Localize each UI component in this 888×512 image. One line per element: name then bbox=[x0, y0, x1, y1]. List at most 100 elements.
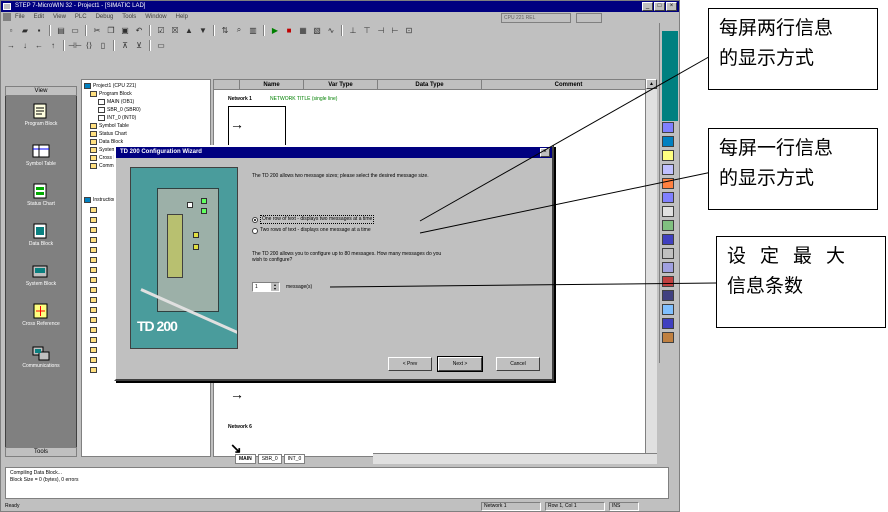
tool-icon[interactable] bbox=[662, 332, 674, 343]
tree-folder[interactable] bbox=[90, 346, 99, 354]
tree-folder[interactable] bbox=[90, 316, 99, 324]
menu-tools[interactable]: Tools bbox=[122, 12, 136, 22]
tree-folder[interactable] bbox=[90, 256, 99, 264]
tool-icon[interactable] bbox=[662, 192, 674, 203]
tool-icon[interactable] bbox=[662, 136, 674, 147]
scroll-up-icon[interactable]: ▲ bbox=[646, 79, 657, 89]
tab-sbr0[interactable]: SBR_0 bbox=[257, 453, 282, 464]
message-count-stepper[interactable]: 1 ▴ ▾ bbox=[252, 282, 280, 292]
arrow-left-icon[interactable]: ← bbox=[33, 40, 45, 51]
copy-icon[interactable]: ❐ bbox=[105, 25, 117, 36]
tool-icon[interactable] bbox=[662, 262, 674, 273]
tool-icon[interactable] bbox=[662, 318, 674, 329]
tree-folder[interactable] bbox=[90, 306, 99, 314]
box-icon[interactable]: ▯ bbox=[97, 40, 109, 51]
tree-folder[interactable] bbox=[90, 216, 99, 224]
tool-icon[interactable] bbox=[662, 220, 674, 231]
menu-window[interactable]: Window bbox=[145, 12, 166, 22]
tree-item[interactable]: INT_0 (INT0) bbox=[98, 114, 136, 122]
tool-icon[interactable] bbox=[662, 276, 674, 287]
cpu-selector-dropdown[interactable] bbox=[576, 13, 602, 23]
dialog-close-button[interactable]: × bbox=[540, 148, 550, 157]
run-icon[interactable]: ▶ bbox=[269, 25, 281, 36]
find-icon[interactable]: ⌕ bbox=[233, 25, 245, 36]
menu-help[interactable]: Help bbox=[176, 12, 188, 22]
cancel-button[interactable]: Cancel bbox=[496, 357, 540, 371]
compile-icon[interactable]: ☑ bbox=[155, 25, 167, 36]
program-status-icon[interactable]: ▦ bbox=[297, 25, 309, 36]
tree-folder[interactable] bbox=[90, 286, 99, 294]
tree-folder[interactable] bbox=[90, 356, 99, 364]
contact-icon[interactable]: ⊣⊢ bbox=[68, 40, 82, 51]
menu-file[interactable]: File bbox=[15, 12, 25, 22]
tree-folder[interactable] bbox=[90, 276, 99, 284]
close-button[interactable]: × bbox=[666, 2, 677, 11]
tool-icon[interactable] bbox=[662, 150, 674, 161]
nav-data-block[interactable]: Data Block bbox=[5, 223, 77, 247]
prev-button[interactable]: < Prev bbox=[388, 357, 432, 371]
nav-symbol-table[interactable]: Symbol Table bbox=[5, 143, 77, 167]
navigation-header[interactable]: View bbox=[5, 86, 77, 96]
tool-icon[interactable] bbox=[662, 234, 674, 245]
tab-int0[interactable]: INT_0 bbox=[283, 453, 306, 464]
tool-icon[interactable] bbox=[662, 178, 674, 189]
option-one-message[interactable]: Two rows of text - displays one message … bbox=[252, 227, 371, 234]
tree-item[interactable]: Status Chart bbox=[90, 130, 127, 138]
tree-folder[interactable] bbox=[90, 246, 99, 254]
tree-folder[interactable] bbox=[90, 366, 99, 374]
write-all-icon[interactable]: ⊡ bbox=[403, 25, 415, 36]
tree-folder[interactable] bbox=[90, 326, 99, 334]
compile-all-icon[interactable]: ☒ bbox=[169, 25, 181, 36]
arrow-right-icon[interactable]: → bbox=[5, 40, 17, 51]
tree-folder[interactable] bbox=[90, 266, 99, 274]
menu-plc[interactable]: PLC bbox=[75, 12, 87, 22]
undo-icon[interactable]: ↶ bbox=[133, 25, 145, 36]
navigation-tools[interactable]: Tools bbox=[5, 447, 77, 457]
read-all-forced-icon[interactable]: ⊢ bbox=[389, 25, 401, 36]
delete-network-icon[interactable]: ⊻ bbox=[133, 40, 145, 51]
minimize-button[interactable]: _ bbox=[642, 2, 653, 11]
spin-arrows-icon[interactable]: ▴ ▾ bbox=[271, 283, 279, 291]
arrow-down-icon[interactable]: ↓ bbox=[19, 40, 31, 51]
tree-item[interactable]: MAIN (OB1) bbox=[98, 98, 134, 106]
trend-icon[interactable]: ∿ bbox=[325, 25, 337, 36]
nav-program-block[interactable]: Program Block bbox=[5, 103, 77, 127]
trigger-icon[interactable]: ⊥ bbox=[347, 25, 359, 36]
unforce-icon[interactable]: ⊣ bbox=[375, 25, 387, 36]
menu-edit[interactable]: Edit bbox=[34, 12, 44, 22]
nav-system-block[interactable]: System Block bbox=[5, 263, 77, 287]
menu-view[interactable]: View bbox=[53, 12, 66, 22]
tool-icon[interactable] bbox=[662, 304, 674, 315]
radio-one-row[interactable] bbox=[252, 216, 258, 223]
horizontal-scrollbar[interactable] bbox=[373, 453, 657, 464]
print-preview-icon[interactable]: ▭ bbox=[69, 25, 81, 36]
tree-item[interactable]: Symbol Table bbox=[90, 122, 129, 130]
arrow-up-icon[interactable]: ↑ bbox=[47, 40, 59, 51]
force-icon[interactable]: ⊤ bbox=[361, 25, 373, 36]
options-icon[interactable]: ▥ bbox=[247, 25, 259, 36]
upload-icon[interactable]: ▲ bbox=[183, 25, 195, 36]
tool-icon[interactable] bbox=[662, 164, 674, 175]
tab-main[interactable]: MAIN bbox=[235, 453, 256, 464]
tree-folder[interactable] bbox=[90, 336, 99, 344]
tree-item[interactable]: Program Block bbox=[90, 90, 132, 98]
open-icon[interactable]: ▰ bbox=[19, 25, 31, 36]
new-icon[interactable]: ▫ bbox=[5, 25, 17, 36]
option-two-messages[interactable]: One row of text - displays two messages … bbox=[252, 215, 375, 224]
tool-icon[interactable] bbox=[662, 122, 674, 133]
pou-comment-icon[interactable]: ▭ bbox=[155, 40, 167, 51]
stop-icon[interactable]: ■ bbox=[283, 25, 295, 36]
tree-folder[interactable] bbox=[90, 296, 99, 304]
sort-icon[interactable]: ⇅ bbox=[219, 25, 231, 36]
network-comment[interactable]: NETWORK TITLE (single line) bbox=[270, 96, 337, 102]
cpu-selector[interactable]: CPU 221 REL bbox=[501, 13, 571, 23]
vertical-scrollbar[interactable]: ▲ bbox=[645, 79, 657, 457]
tree-item[interactable]: Project1 (CPU 221) bbox=[84, 82, 136, 90]
tool-icon[interactable] bbox=[662, 206, 674, 217]
chart-status-icon[interactable]: ▧ bbox=[311, 25, 323, 36]
insert-network-icon[interactable]: ⊼ bbox=[119, 40, 131, 51]
print-icon[interactable]: ▤ bbox=[55, 25, 67, 36]
tool-icon[interactable] bbox=[662, 248, 674, 259]
coil-icon[interactable]: ⟨⟩ bbox=[83, 40, 95, 51]
output-window[interactable]: Compiling Data Block... Block Size = 0 (… bbox=[5, 467, 669, 499]
